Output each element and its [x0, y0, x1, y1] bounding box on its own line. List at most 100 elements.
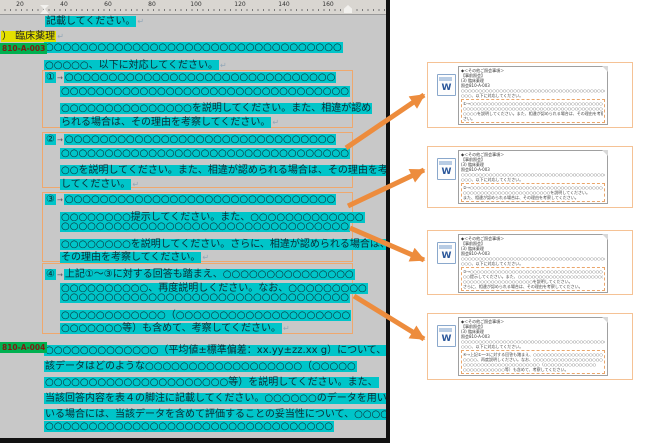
return-mark: ↵ — [220, 61, 227, 70]
text-line: 当該回答内容を表４の脚注に記載してください。○○○○○○のデータを用いて — [0, 389, 386, 405]
card-header-lines: ◆＜その他ご照会事項＞【事前照会】(3) 臨床薬理照会810-A-003 — [461, 152, 605, 172]
text-lines: ○○○○○○○○○○○○○（平均値±標準偏差：xx.yy±zz.xx g）につい… — [0, 341, 386, 443]
text-line: ○○○○○○○等）も含めて、考察してください。↵ — [43, 319, 352, 333]
section-heading-line: ） 臨床薬理↵ — [0, 27, 64, 40]
query-id-label: 810-A-003 — [0, 43, 47, 54]
text-line: ○○○○○○○○○○○○○○○○○○○○○○○○○○○○○○○○○○ — [0, 42, 386, 56]
text-line: 140 — [262, 1, 306, 8]
comment-block-3: ③→○○○○○○○○○○○○○○○○○○○○○○○○○○○○○○○ ○○○○○○… — [42, 192, 353, 262]
text-line: ①→○○○○○○○○○○○○○○○○○○○○○○○○○○○○○○○ — [43, 72, 352, 86]
quoted-item-box: ①→○○○○○○○○○○○○○○○○○○○○○○○○○○○○○○○○○○○○○○… — [461, 99, 605, 123]
card-intro-lines: ○○○○○○○○○○○○○○○○○○○○○○○○○○○○○○○○○○○○○○○○… — [461, 88, 605, 98]
section-heading: ） 臨床薬理 — [1, 31, 56, 42]
reply-preview-card-4[interactable]: W ◆＜その他ご照会事項＞【事前照会】(3) 臨床薬理照会810-A-003 ○… — [427, 313, 633, 380]
card-intro-lines: ○○○○○○○○○○○○○○○○○○○○○○○○○○○○○○○○○○○○○○○○… — [461, 339, 605, 349]
reply-preview-card-3[interactable]: W ◆＜その他ご照会事項＞【事前照会】(3) 臨床薬理照会810-A-003 ○… — [427, 230, 633, 295]
window-bottom-edge — [0, 438, 386, 443]
word-file-icon: W — [437, 325, 456, 347]
card-header-lines: ◆＜その他ご照会事項＞【事前照会】(3) 臨床薬理照会810-A-003 — [461, 236, 605, 256]
text-line: ○○○○○○○○○○、再度説明しください。なお、○○○○○○○○○ — [43, 279, 352, 293]
text-line: ○○○○を説明してください。また、相違が認められる場合は、その理由を考察してくだ — [463, 111, 603, 116]
text-line: 40 — [42, 1, 86, 8]
text-lines: ○○○○○○○○○○○○○○○○○○○○○○○○○○○○○○○○○○○○○○○○… — [43, 86, 352, 113]
text-line: ○○○○○○○○○○○○○○○○○○○○○○○○○○○○○○○○○ — [43, 292, 352, 306]
return-mark: ↵ — [137, 17, 144, 26]
text-line: 60 — [86, 1, 130, 8]
card-header-lines: ◆＜その他ご照会事項＞【事前照会】(3) 臨床薬理照会810-A-003 — [461, 319, 605, 339]
text-line: いる場合には、当該データを含めて評価することの妥当性について、○○○○○ — [0, 405, 386, 421]
text-line: 160 — [306, 1, 350, 8]
tab-arrow-mark: → — [56, 196, 64, 204]
query-id-label: 810-A-004 — [0, 342, 47, 353]
word-document-pane[interactable]: 20406080100120140160 記載してください。↵ ） 臨床薬理↵ … — [0, 0, 386, 443]
text-line: ○○○○○○○○○○○○○○○○○○○○○○○○○○○○○○○○○ — [0, 421, 386, 437]
quoted-item-box: ④→上記①～③に対する回答も踏まえ、○○○○○○○○○○○○○○○○○○○○○○… — [461, 350, 605, 374]
ruler-numbers: 20406080100120140160 — [0, 1, 350, 8]
text-line: また、相違が認められる場合は、その理由を考察してください。 — [463, 195, 603, 200]
text-line: ○○○○○○○○○○○○○○○○○○○○○○○○○○○○○○○○○ — [43, 86, 352, 100]
horizontal-ruler[interactable]: 20406080100120140160 — [0, 0, 386, 15]
reply-preview-card-2[interactable]: W ◆＜その他ご照会事項＞【事前照会】(3) 臨床薬理照会810-A-003 ○… — [427, 146, 633, 208]
card-page-preview: ◆＜その他ご照会事項＞【事前照会】(3) 臨床薬理照会810-A-003 ○○○… — [458, 317, 608, 376]
return-mark: ↵ — [202, 253, 209, 262]
comment-block-1: ①→○○○○○○○○○○○○○○○○○○○○○○○○○○○○○○○ ○○○○○○… — [42, 70, 353, 128]
text-line: ○○○、以下に対応してください。 — [461, 93, 605, 98]
card-intro-lines: ○○○○○○○○○○○○○○○○○○○○○○○○○○○○○○○○○○○○○○○○… — [461, 172, 605, 182]
return-mark: ↵ — [272, 118, 279, 127]
text-line: ○○○○○○○○○○○○（○○○○○○○○○○○○○○○○○○○○ — [43, 306, 352, 320]
text-line: さい。 — [463, 116, 603, 121]
screenshot-root: 20406080100120140160 記載してください。↵ ） 臨床薬理↵ … — [0, 0, 657, 443]
text-line: ②→○○○○○○○○○○○○○○○○○○○○○○○○○○○○○○○ — [43, 134, 352, 148]
pane-divider-line — [386, 0, 390, 443]
text-line: ③→○○○○○○○○○○○○○○○○○○○○○○○○○○○○○○○ — [43, 194, 352, 208]
text-line: ○○○、以下に対応してください。 — [461, 177, 605, 182]
text-line: ○○○○○○○○○○○○○（平均値±標準偏差：xx.yy±zz.xx g）につい… — [0, 341, 386, 357]
text-line: してください。↵ — [43, 175, 352, 189]
text-line: ④→上記①～③に対する回答も踏まえ、○○○○○○○○○○○○○○○ — [43, 265, 352, 279]
text-line: ○○○○○○○○○○○○○○○○○○○○○等）を説明してください。また、 — [0, 373, 386, 389]
comment-block-2: ②→○○○○○○○○○○○○○○○○○○○○○○○○○○○○○○○ ○○○○○○… — [42, 132, 353, 188]
text-line: られる場合は、その理由を考察してください。↵ — [43, 113, 352, 127]
text-line: ○○○○○○○○○○○○等）も含めて、考察してください。 — [463, 367, 603, 372]
document-text-area[interactable]: 記載してください。↵ ） 臨床薬理↵ 810-A-003 ○○○○○○○○○○○… — [0, 0, 386, 443]
text-line: 80 — [130, 1, 174, 8]
tab-arrow-mark: → — [56, 136, 64, 144]
paragraph-810-A-003: 810-A-003 ○○○○○○○○○○○○○○○○○○○○○○○○○○○○○○… — [0, 42, 386, 70]
text-line: ○○○○○○○○提示してください。また、○○○○○○○○○○○○○ — [43, 208, 352, 222]
text-line: その理由を考察してください。↵ — [43, 248, 352, 262]
return-mark: ↵ — [57, 32, 64, 41]
tab-arrow-mark: → — [56, 74, 64, 82]
word-file-icon: W — [437, 74, 456, 96]
text-line: ○○○○○○○○○○○○○○○○○○○○○○○○○○○○○○○○○ — [43, 148, 352, 162]
text-line: 該データはどのような○○○○○○○○○○○○○○○○○○（○○○○○ — [0, 357, 386, 373]
card-page-preview: ◆＜その他ご照会事項＞【事前照会】(3) 臨床薬理照会810-A-003 ○○○… — [458, 234, 608, 293]
text-line: さらに、相違が認められる場合は、その理由を考察してください。 — [463, 284, 603, 289]
paragraph-810-A-004: 810-A-004 ○○○○○○○○○○○○○（平均値±標準偏差：xx.yy±z… — [0, 341, 386, 443]
card-header-lines: ◆＜その他ご照会事項＞【事前照会】(3) 臨床薬理照会810-A-003 — [461, 68, 605, 88]
text-line: ○○を説明してください。また、相違が認められる場合は、その理由を考察 — [43, 161, 352, 175]
text-lines: ○○○○○○○○提示してください。また、○○○○○○○○○○○○○○○○○○○○… — [43, 208, 352, 249]
card-intro-lines: ○○○○○○○○○○○○○○○○○○○○○○○○○○○○○○○○○○○○○○○○… — [461, 256, 605, 266]
text-line: 100 — [174, 1, 218, 8]
text-line: 20 — [0, 1, 42, 8]
word-file-icon: W — [437, 158, 456, 180]
quoted-item-box: ②→○○○○○○○○○○○○○○○○○○○○○○○○○○○○○○○○○○○○○○… — [461, 183, 605, 202]
reply-preview-card-1[interactable]: W ◆＜その他ご照会事項＞【事前照会】(3) 臨床薬理照会810-A-003 ○… — [427, 62, 633, 128]
text-line: ○○○○○○○○を説明してください。さらに、相違が認められる場合は、 — [43, 235, 352, 249]
text-line: ○○○○○○○○○○○○○○○○○○○○○○○○○○○○○○○○○ — [43, 221, 352, 235]
card-page-preview: ◆＜その他ご照会事項＞【事前照会】(3) 臨床薬理照会810-A-003 ○○○… — [458, 150, 608, 204]
comment-block-4: ④→上記①～③に対する回答も踏まえ、○○○○○○○○○○○○○○○ ○○○○○○… — [42, 263, 353, 334]
tab-arrow-mark: → — [56, 271, 64, 279]
text-lines: ○○○○○○○○○○○○○○○○○○○○○○○○○○○○○○○○○○○を説明して… — [43, 148, 352, 175]
card-page-preview: ◆＜その他ご照会事項＞【事前照会】(3) 臨床薬理照会810-A-003 ○○○… — [458, 66, 608, 125]
quoted-item-box: ③→○○○○○○○○○○○○○○○○○○○○○○○○○○○○○○○○○○○○○○… — [461, 267, 605, 291]
text-line: ○○○、以下に対応してください。 — [461, 344, 605, 349]
text-line: 120 — [218, 1, 262, 8]
return-mark: ↵ — [283, 324, 290, 333]
text-line: ○○○○○○○○○○○○○○○を説明してください。また、相違が認め — [43, 99, 352, 113]
text-line: ○○○○○、以下に対応してください。↵ — [0, 56, 386, 70]
text-line: ○○○、以下に対応してください。 — [461, 261, 605, 266]
text-lines: ○○○○○○○○○○、再度説明しください。なお、○○○○○○○○○○○○○○○○… — [43, 279, 352, 320]
word-file-icon: W — [437, 242, 456, 264]
return-mark: ↵ — [132, 180, 139, 189]
